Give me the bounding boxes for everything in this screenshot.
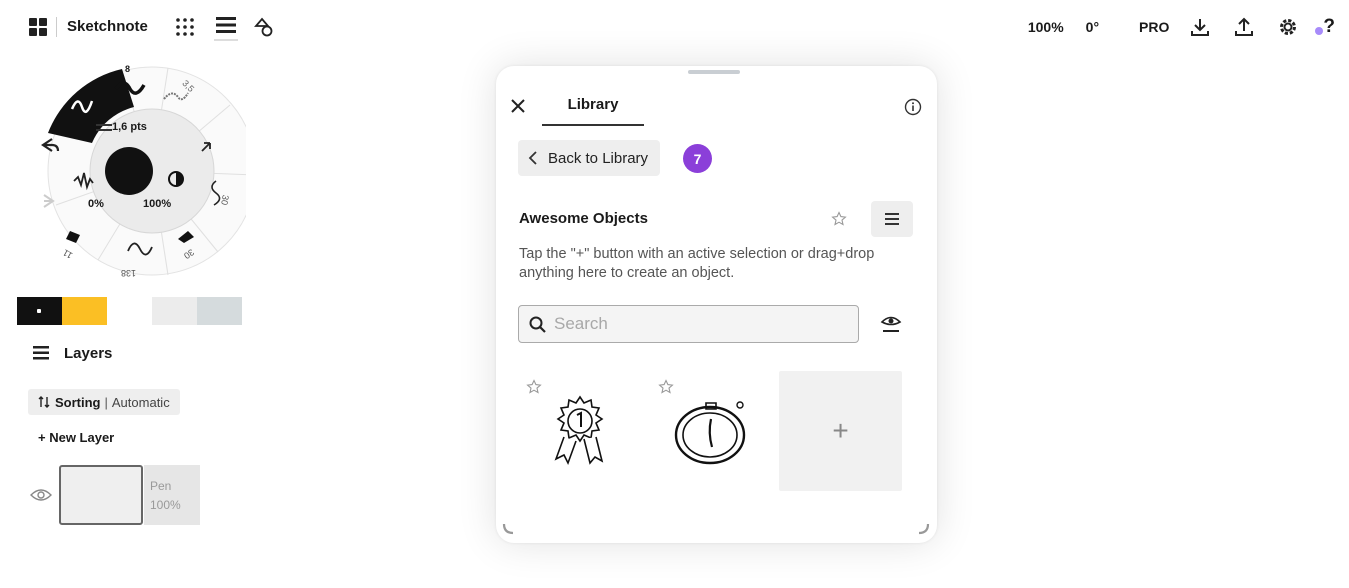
layer-item[interactable]: Pen 100% (30, 465, 200, 525)
collection-menu-button[interactable] (871, 201, 913, 237)
opacity-min-label: 0% (88, 198, 104, 210)
library-object-1[interactable] (514, 371, 636, 491)
info-icon[interactable] (904, 98, 922, 116)
help-button[interactable]: ? (1315, 16, 1335, 38)
collection-title: Awesome Objects (519, 210, 648, 227)
settings-gear-icon[interactable] (1277, 16, 1299, 38)
library-object-2[interactable] (648, 371, 770, 491)
resize-corner-right-icon[interactable] (918, 523, 930, 535)
tools-dots-icon[interactable] (174, 16, 196, 38)
ribbon-award-sketch-icon (554, 395, 604, 466)
chevron-left-icon (528, 151, 537, 165)
resize-corner-left-icon[interactable] (502, 523, 514, 535)
preset-size-6[interactable]: 138 (121, 268, 136, 278)
upload-share-icon[interactable] (1233, 16, 1255, 38)
rotation-readout[interactable]: 0° (1086, 19, 1099, 35)
app-title[interactable]: Sketchnote (56, 17, 148, 37)
zoom-level[interactable]: 100% (1028, 19, 1064, 35)
layers-title: Layers (64, 344, 113, 362)
back-label: Back to Library (548, 149, 649, 167)
menu-lines-icon (885, 213, 899, 225)
pro-button[interactable]: PRO (1139, 19, 1169, 35)
top-left-toolbar: Sketchnote (28, 12, 276, 42)
preset-size-2[interactable]: 8 (125, 64, 130, 74)
star-outline-icon[interactable] (526, 379, 542, 395)
drag-handle[interactable] (688, 70, 740, 74)
tab-library[interactable]: Library (542, 96, 644, 126)
brush-size-readout: 1,6 pts (112, 121, 147, 133)
visibility-filter-icon[interactable] (880, 314, 902, 334)
preset-size-4[interactable]: 30 (219, 194, 231, 206)
layers-stack-icon (33, 346, 49, 360)
primary-color-swatch[interactable] (17, 297, 62, 325)
sort-arrows-icon (38, 396, 50, 408)
search-icon (529, 316, 546, 333)
shapes-icon[interactable] (253, 16, 276, 38)
active-dot-icon (37, 309, 41, 313)
layers-menu-icon[interactable] (213, 14, 238, 41)
sorting-value: Automatic (111, 394, 170, 410)
sorting-divider: | (104, 394, 108, 410)
opacity-max-label: 100% (143, 198, 172, 210)
layer-opacity: 100% (150, 498, 181, 512)
layer-name: Pen (150, 479, 172, 493)
collection-description: Tap the "+" button with an active select… (519, 246, 875, 281)
layers-header[interactable]: Layers (32, 344, 112, 362)
help-dot-icon (1315, 27, 1324, 35)
notification-badge: 7 (683, 144, 712, 173)
back-to-library-button[interactable]: Back to Library (518, 140, 661, 176)
secondary-color-swatch[interactable] (62, 297, 107, 325)
stopwatch-sketch-icon (674, 401, 746, 465)
star-outline-icon[interactable] (831, 211, 847, 227)
search-box[interactable] (518, 305, 859, 343)
recent-color-swatch-1[interactable] (152, 297, 197, 325)
help-label: ? (1323, 16, 1335, 37)
visibility-eye-icon[interactable] (30, 487, 52, 503)
new-layer-button[interactable]: + New Layer (38, 430, 114, 445)
library-panel: Library Back to Library 7 Awesome Object… (496, 66, 937, 543)
search-input[interactable] (554, 314, 834, 334)
recent-color-swatch-2[interactable] (197, 297, 242, 325)
sorting-toggle[interactable]: Sorting | Automatic (28, 389, 180, 415)
sorting-label: Sorting (55, 394, 101, 410)
close-icon[interactable] (511, 99, 525, 113)
top-right-toolbar: 100% 0° PRO ? (1028, 12, 1335, 42)
gallery-grid-icon[interactable] (28, 17, 48, 37)
layer-thumbnail[interactable] (59, 465, 143, 525)
download-icon[interactable] (1189, 16, 1211, 38)
add-object-button[interactable]: + (779, 371, 902, 491)
brush-wheel[interactable]: 1,6 pts 0% 100% 1,6 8 3,5 30 30 138 11 (30, 55, 257, 287)
layer-meta: Pen 100% (144, 465, 200, 525)
